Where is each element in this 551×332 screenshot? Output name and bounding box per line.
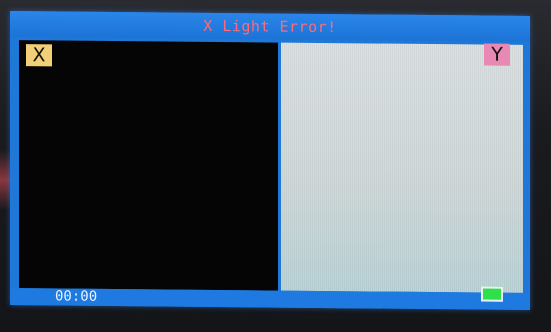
y-light-panel — [281, 42, 523, 293]
x-light-panel — [19, 40, 278, 291]
title-bar: X Light Error! — [10, 11, 530, 42]
x-label-badge: X — [26, 44, 52, 67]
battery-icon — [481, 286, 503, 302]
y-label-badge: Y — [484, 43, 510, 66]
device-screen: X Light Error! X Y 00:00 — [10, 11, 530, 310]
error-title: X Light Error! — [203, 16, 337, 37]
timer-display: 00:00 — [55, 288, 98, 305]
